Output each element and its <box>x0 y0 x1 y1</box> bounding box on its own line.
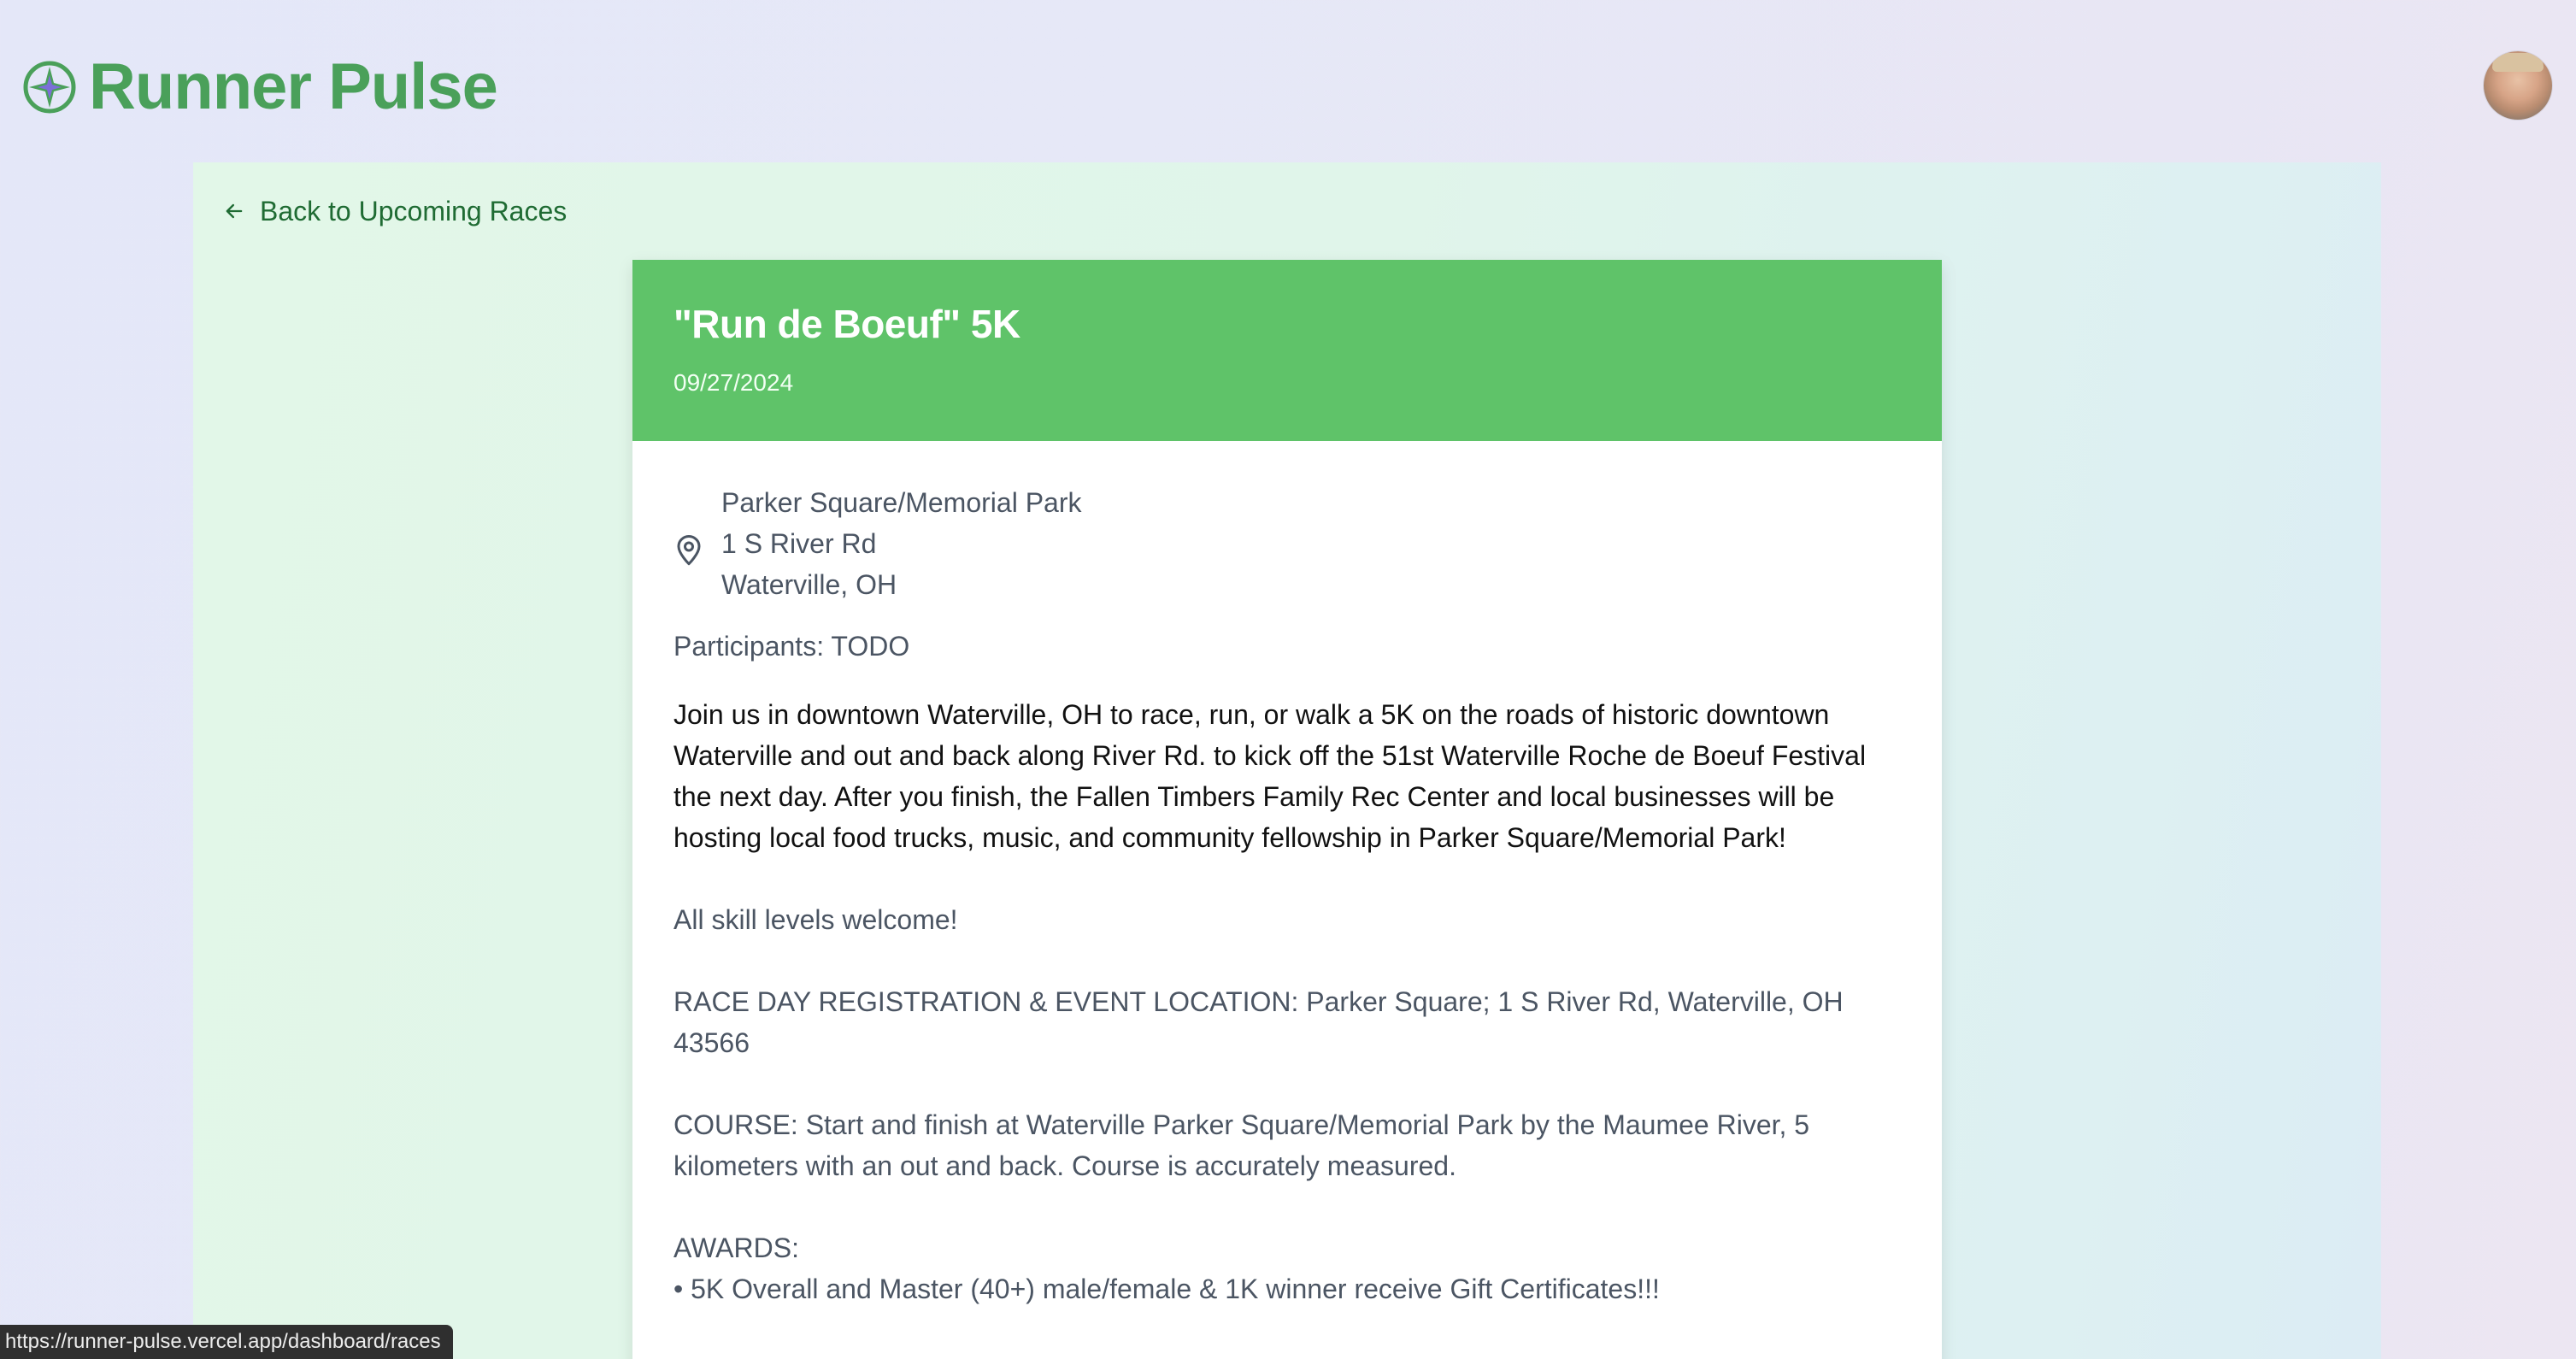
race-title: "Run de Boeuf" 5K <box>673 302 1020 346</box>
back-link-label: Back to Upcoming Races <box>260 195 568 226</box>
description-awards-title: AWARDS: <box>673 1233 799 1263</box>
user-avatar[interactable] <box>2484 51 2552 120</box>
description-registration: RACE DAY REGISTRATION & EVENT LOCATION: … <box>673 986 1844 1058</box>
race-card-body: Parker Square/Memorial Park 1 S River Rd… <box>632 441 1942 1309</box>
race-detail-card: "Run de Boeuf" 5K 09/27/2024 Parker Squa… <box>632 260 1942 1359</box>
race-description: Join us in downtown Waterville, OH to ra… <box>673 694 1904 1309</box>
map-pin-icon <box>677 535 701 566</box>
description-awards-item: • 5K Overall and Master (40+) male/femal… <box>673 1274 1660 1304</box>
main-content: Back to Upcoming Races "Run de Boeuf" 5K… <box>193 162 2381 1359</box>
participants-count: Participants: TODO <box>673 631 910 662</box>
race-location: Parker Square/Memorial Park 1 S River Rd… <box>673 482 1901 605</box>
compass-star-icon <box>23 61 76 114</box>
race-date: 09/27/2024 <box>673 369 794 396</box>
link-status-bar: https://runner-pulse.vercel.app/dashboar… <box>0 1325 453 1359</box>
back-to-races-link[interactable]: Back to Upcoming Races <box>222 191 567 231</box>
race-card-header: "Run de Boeuf" 5K 09/27/2024 <box>632 260 1942 441</box>
app-title[interactable]: Runner Pulse <box>89 48 498 126</box>
description-intro: Join us in downtown Waterville, OH to ra… <box>673 699 1867 853</box>
description-welcome: All skill levels welcome! <box>673 904 958 935</box>
arrow-left-icon <box>226 203 243 219</box>
description-course: COURSE: Start and finish at Waterville P… <box>673 1109 1810 1181</box>
location-venue: Parker Square/Memorial Park <box>721 487 1082 518</box>
location-street: 1 S River Rd <box>721 528 877 559</box>
location-city: Waterville, OH <box>721 569 897 600</box>
app-header: Runner Pulse <box>0 0 2576 162</box>
